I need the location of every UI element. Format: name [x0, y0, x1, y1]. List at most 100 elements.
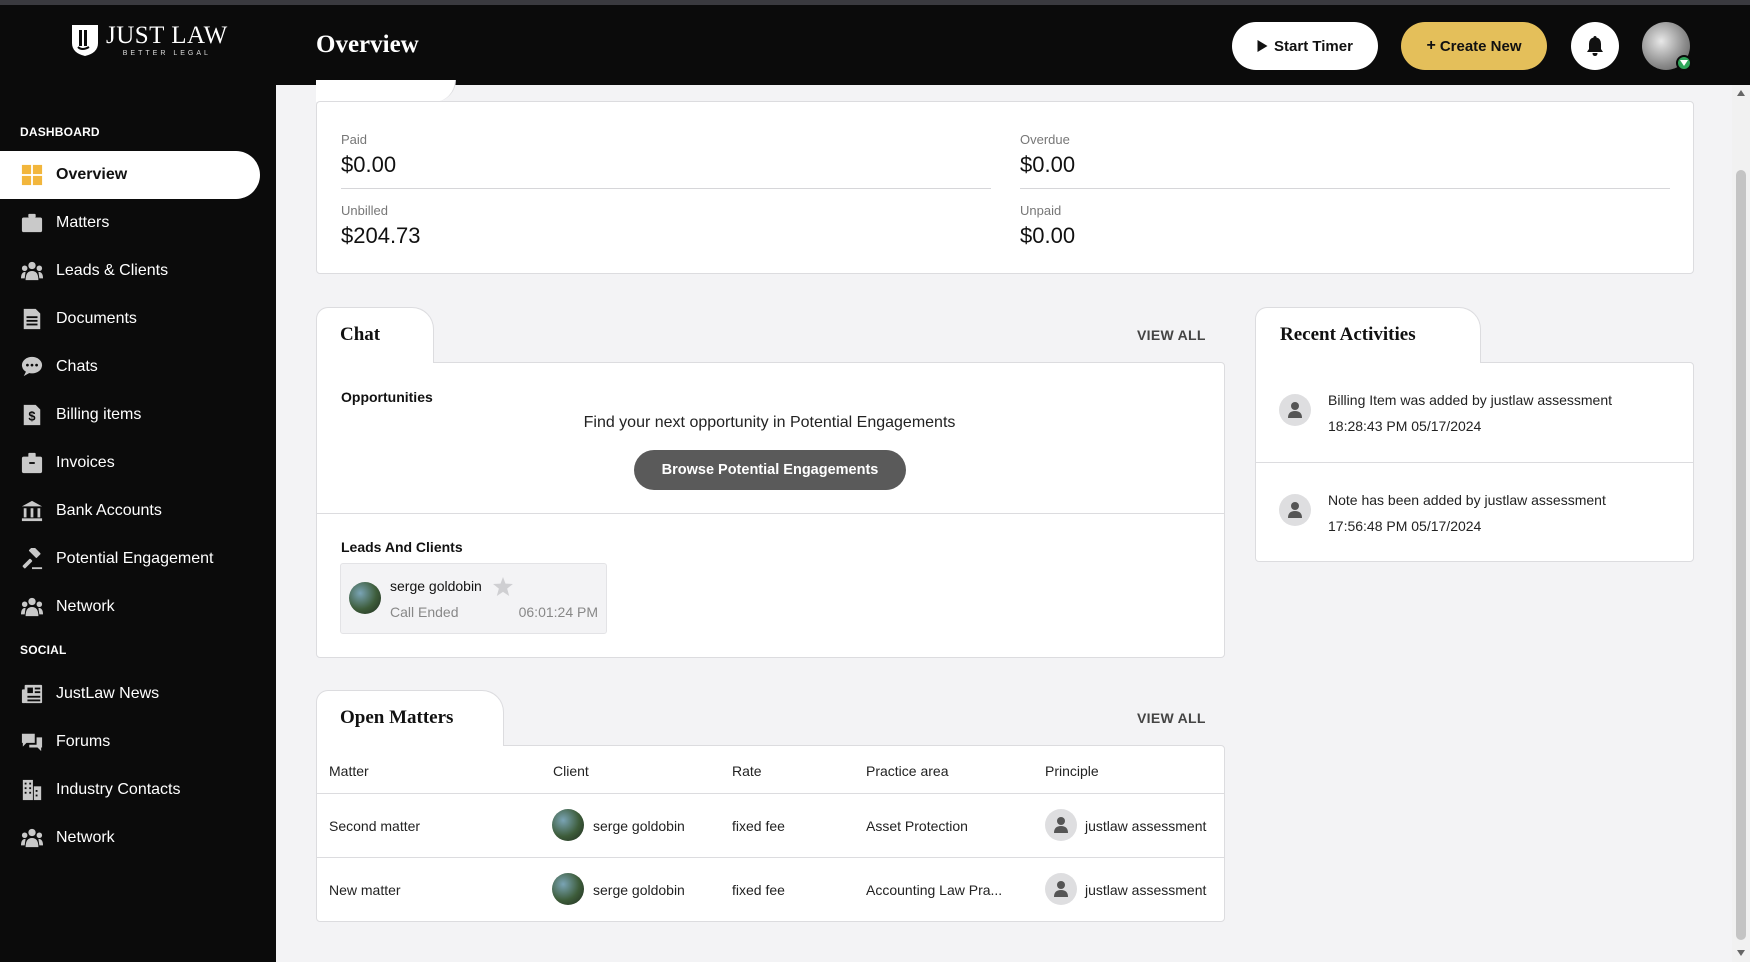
avatar: [1279, 494, 1311, 526]
tab-join: [1256, 361, 1480, 364]
brand-tagline: BETTER LEGAL: [122, 50, 211, 57]
sidebar-item-leads-clients[interactable]: Leads & Clients: [0, 247, 276, 295]
rate: fixed fee: [732, 882, 785, 898]
practice-area: Accounting Law Pra...: [866, 882, 1003, 898]
column-header-matter: Matter: [329, 763, 369, 779]
principle-name: justlaw assessment: [1085, 818, 1207, 834]
scrollbar-thumb[interactable]: [1736, 170, 1746, 940]
start-timer-button[interactable]: Start Timer: [1232, 22, 1378, 70]
building-icon: [20, 778, 44, 802]
sidebar-item-network-social[interactable]: Network: [0, 814, 276, 862]
sidebar-item-label: Potential Engagement: [56, 550, 214, 567]
users-icon: [20, 259, 44, 283]
sidebar: JUST LAW BETTER LEGAL DASHBOARD Overview…: [0, 5, 276, 962]
overdue-label: Overdue: [1020, 132, 1070, 147]
activity-text: Note has been added by justlaw assessmen…: [1328, 492, 1606, 508]
sidebar-item-label: Invoices: [56, 454, 115, 471]
sidebar-item-overview[interactable]: Overview: [0, 151, 260, 199]
users-icon: [20, 826, 44, 850]
chat-view-all-link[interactable]: VIEW ALL: [1137, 327, 1206, 343]
section-dashboard-label: DASHBOARD: [20, 125, 100, 139]
brand-logo[interactable]: JUST LAW BETTER LEGAL: [70, 23, 228, 57]
avatar: [1045, 873, 1077, 905]
avatar: [349, 582, 381, 614]
client-name: serge goldobin: [593, 882, 685, 898]
scroll-down-arrow-icon[interactable]: [1737, 950, 1745, 956]
star-icon[interactable]: [493, 577, 513, 596]
column-header-principle: Principle: [1045, 763, 1099, 779]
matters-title: Open Matters: [340, 707, 454, 728]
principle-name: justlaw assessment: [1085, 882, 1207, 898]
sidebar-item-label: Matters: [56, 214, 110, 231]
avatar: [1279, 394, 1311, 426]
plus-icon: +: [1426, 37, 1436, 54]
bell-icon: [1587, 36, 1603, 56]
gavel-icon: [20, 547, 44, 571]
sidebar-item-label: Overview: [56, 166, 128, 183]
opportunities-text: Find your next opportunity in Potential …: [583, 414, 956, 431]
shield-logo-icon: [72, 25, 98, 56]
bank-icon: [20, 499, 44, 523]
sidebar-item-industry-contacts[interactable]: Industry Contacts: [0, 766, 276, 814]
sidebar-item-bank-accounts[interactable]: Bank Accounts: [0, 487, 276, 535]
sidebar-item-chats[interactable]: Chats: [0, 343, 276, 391]
sidebar-item-label: JustLaw News: [56, 685, 160, 702]
dashboard-nav: Overview Matters Leads & Clients Documen…: [0, 151, 276, 631]
billing-tab-head: [316, 80, 456, 102]
person-icon: [1288, 402, 1302, 418]
create-new-button[interactable]: + Create New: [1401, 22, 1547, 70]
column-header-rate: Rate: [732, 763, 762, 779]
sidebar-item-label: Chats: [56, 358, 98, 375]
scroll-up-arrow-icon[interactable]: [1737, 90, 1745, 96]
browse-potential-engagements-button[interactable]: Browse Potential Engagements: [634, 450, 906, 490]
activity-time: 18:28:43 PM 05/17/2024: [1328, 418, 1482, 434]
paid-label: Paid: [341, 132, 368, 147]
lead-chat-item[interactable]: serge goldobin Call Ended 06:01:24 PM: [340, 563, 607, 634]
document-icon: [20, 307, 44, 331]
create-new-label: Create New: [1439, 37, 1522, 55]
sidebar-item-matters[interactable]: Matters: [0, 199, 276, 247]
newspaper-icon: [20, 682, 44, 706]
avatar: [552, 873, 584, 905]
tab-join: [317, 744, 503, 747]
sidebar-item-forums[interactable]: Forums: [0, 718, 276, 766]
matter-name[interactable]: Second matter: [329, 818, 420, 834]
matters-view-all-link[interactable]: VIEW ALL: [1137, 710, 1206, 726]
avatar: [552, 809, 584, 841]
unbilled-value: $204.73: [341, 223, 421, 248]
sidebar-item-label: Documents: [56, 310, 137, 327]
start-timer-label: Start Timer: [1274, 37, 1353, 55]
activity-time: 17:56:48 PM 05/17/2024: [1328, 518, 1482, 534]
sidebar-item-label: Industry Contacts: [56, 781, 181, 798]
activities-title: Recent Activities: [1280, 324, 1416, 345]
activity-text: Billing Item was added by justlaw assess…: [1328, 392, 1613, 408]
sidebar-item-billing-items[interactable]: $ Billing items: [0, 391, 276, 439]
divider: [341, 188, 991, 189]
sidebar-item-documents[interactable]: Documents: [0, 295, 276, 343]
dollar-file-icon: $: [20, 403, 44, 427]
notifications-button[interactable]: [1571, 22, 1619, 70]
chat-bubble-icon: [20, 355, 44, 379]
top-header: Overview Start Timer + Create New: [276, 5, 1750, 85]
chat-title: Chat: [340, 324, 381, 345]
sidebar-item-label: Bank Accounts: [56, 502, 162, 519]
person-icon: [1054, 817, 1068, 833]
unpaid-value: $0.00: [1020, 223, 1076, 248]
sidebar-item-potential-engagement[interactable]: Potential Engagement: [0, 535, 276, 583]
column-header-practice-area: Practice area: [866, 763, 949, 779]
sidebar-item-network[interactable]: Network: [0, 583, 276, 631]
lead-time: 06:01:24 PM: [518, 604, 598, 620]
person-icon: [1288, 502, 1302, 518]
sidebar-item-invoices[interactable]: Invoices: [0, 439, 276, 487]
invoice-box-icon: [20, 451, 44, 475]
sidebar-item-label: Network: [56, 598, 115, 615]
leads-clients-title: Leads And Clients: [341, 539, 463, 555]
matter-name[interactable]: New matter: [329, 882, 401, 898]
rate: fixed fee: [732, 818, 785, 834]
sidebar-item-justlaw-news[interactable]: JustLaw News: [0, 670, 276, 718]
chevron-down-icon[interactable]: [1676, 55, 1692, 71]
forum-icon: [20, 730, 44, 754]
unbilled-label: Unbilled: [341, 203, 388, 218]
page-title: Overview: [316, 31, 419, 58]
brand-name: JUST LAW: [106, 22, 228, 49]
